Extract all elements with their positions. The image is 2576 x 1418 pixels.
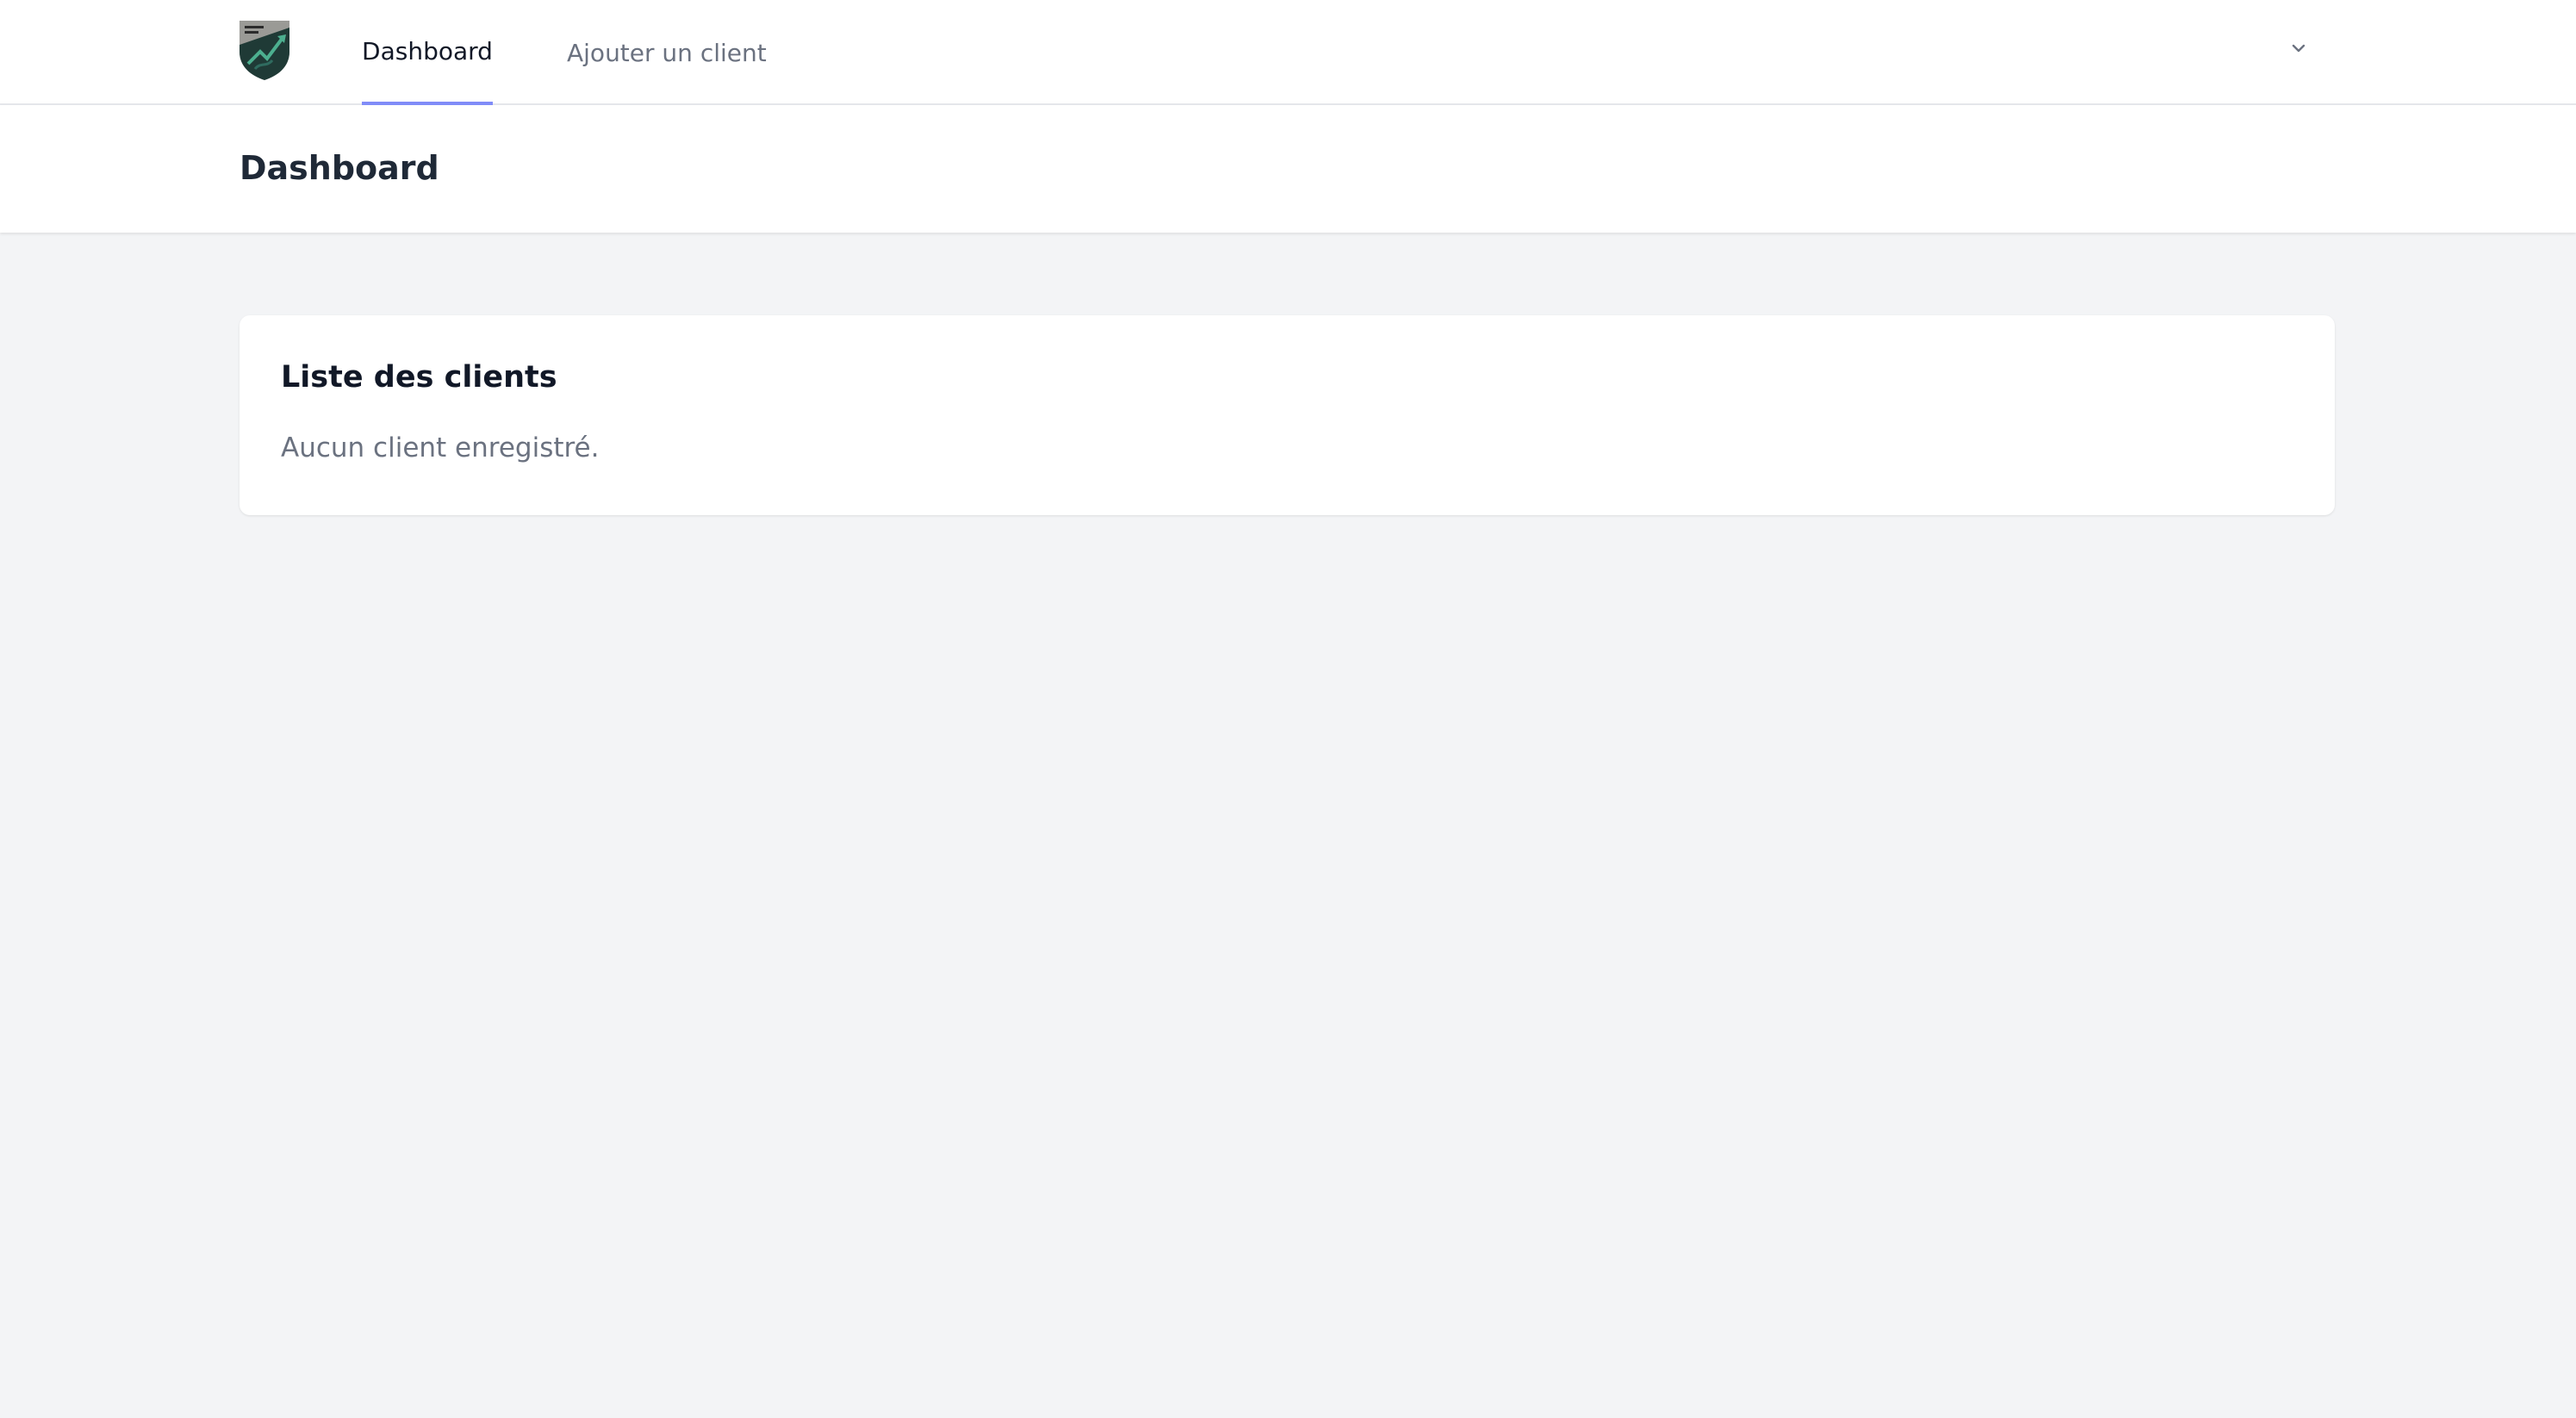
- user-menu-dropdown[interactable]: [2283, 33, 2314, 64]
- nav-link-dashboard[interactable]: Dashboard: [362, 0, 493, 105]
- top-navigation-bar: Dashboard Ajouter un client: [0, 0, 2576, 105]
- page-title: Dashboard: [240, 149, 439, 187]
- app-logo-icon[interactable]: [238, 19, 295, 81]
- nav-link-add-client[interactable]: Ajouter un client: [567, 0, 767, 105]
- clients-card-title: Liste des clients: [281, 360, 557, 395]
- chevron-down-icon: [2288, 38, 2309, 59]
- empty-state-message: Aucun client enregistré.: [281, 432, 600, 463]
- page-header: Dashboard: [0, 105, 2576, 233]
- clients-card: Liste des clients Aucun client enregistr…: [240, 315, 2335, 515]
